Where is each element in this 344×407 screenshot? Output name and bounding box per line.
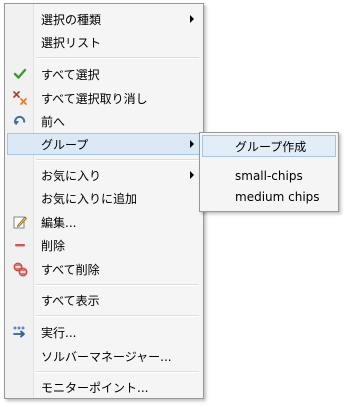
menu-separator bbox=[36, 315, 199, 317]
submenu-arrow-icon bbox=[190, 171, 194, 179]
context-menu: 選択の種類 選択リスト すべて選択 すべて選択取り消し 前へ グループ お気に入… bbox=[4, 3, 204, 399]
menu-item-label: グループ bbox=[41, 138, 89, 152]
menu-item-favorites[interactable]: お気に入り bbox=[7, 164, 201, 186]
run-icon bbox=[12, 324, 28, 340]
submenu-item-small-chips[interactable]: small-chips bbox=[202, 166, 336, 188]
menu-item-group[interactable]: グループ bbox=[7, 133, 201, 155]
menu-item-label: 実行... bbox=[41, 326, 77, 340]
menu-item-selection-type[interactable]: 選択の種類 bbox=[7, 8, 201, 30]
menu-separator bbox=[36, 371, 199, 373]
menu-item-label: 削除 bbox=[41, 239, 66, 253]
menu-item-add-favorite[interactable]: お気に入りに追加 bbox=[7, 187, 201, 209]
menu-item-show-all[interactable]: すべて表示 bbox=[7, 289, 201, 311]
menu-item-label: ソルバーマネージャー... bbox=[41, 350, 172, 364]
menu-item-select-all[interactable]: すべて選択 bbox=[7, 63, 201, 85]
submenu-item-label: medium chips bbox=[235, 190, 320, 204]
check-icon bbox=[12, 66, 28, 82]
undo-arrow-icon bbox=[12, 113, 28, 129]
menu-item-deselect-all[interactable]: すべて選択取り消し bbox=[7, 87, 201, 109]
menu-item-label: 編集... bbox=[41, 216, 77, 230]
menu-separator bbox=[36, 284, 199, 286]
menu-item-label: モニターポイント... bbox=[41, 381, 149, 395]
menu-item-delete[interactable]: 削除 bbox=[7, 234, 201, 256]
group-submenu: グループ作成 small-chips medium chips bbox=[199, 132, 339, 212]
menu-item-edit[interactable]: 編集... bbox=[7, 211, 201, 233]
menu-item-label: 選択リスト bbox=[41, 36, 102, 50]
menu-item-label: すべて削除 bbox=[41, 263, 100, 277]
menu-item-label: お気に入り bbox=[41, 169, 102, 183]
menu-item-label: すべて選択取り消し bbox=[41, 92, 148, 106]
menu-separator bbox=[36, 159, 199, 161]
menu-separator bbox=[36, 57, 199, 59]
menu-item-label: すべて選択 bbox=[41, 68, 100, 82]
menu-item-solver-manager[interactable]: ソルバーマネージャー... bbox=[7, 345, 201, 367]
submenu-item-create-group[interactable]: グループ作成 bbox=[202, 135, 336, 157]
submenu-item-medium-chips[interactable]: medium chips bbox=[202, 187, 336, 209]
menu-item-label: 選択の種類 bbox=[41, 13, 102, 27]
deselect-x-icon bbox=[12, 90, 28, 106]
menu-item-label: お気に入りに追加 bbox=[41, 192, 138, 206]
menu-item-selection-list[interactable]: 選択リスト bbox=[7, 31, 201, 53]
delete-all-icon bbox=[12, 261, 28, 277]
menu-item-back[interactable]: 前へ bbox=[7, 110, 201, 132]
submenu-arrow-icon bbox=[190, 140, 194, 148]
submenu-arrow-icon bbox=[190, 15, 194, 23]
edit-icon bbox=[12, 214, 28, 230]
minus-icon bbox=[12, 237, 28, 253]
menu-item-delete-all[interactable]: すべて削除 bbox=[7, 258, 201, 280]
menu-item-label: すべて表示 bbox=[41, 294, 100, 308]
menu-item-label: 前へ bbox=[41, 115, 66, 129]
submenu-item-label: グループ作成 bbox=[235, 140, 307, 154]
submenu-item-label: small-chips bbox=[235, 169, 303, 183]
menu-item-monitor-points[interactable]: モニターポイント... bbox=[7, 376, 201, 398]
menu-item-run[interactable]: 実行... bbox=[7, 321, 201, 343]
